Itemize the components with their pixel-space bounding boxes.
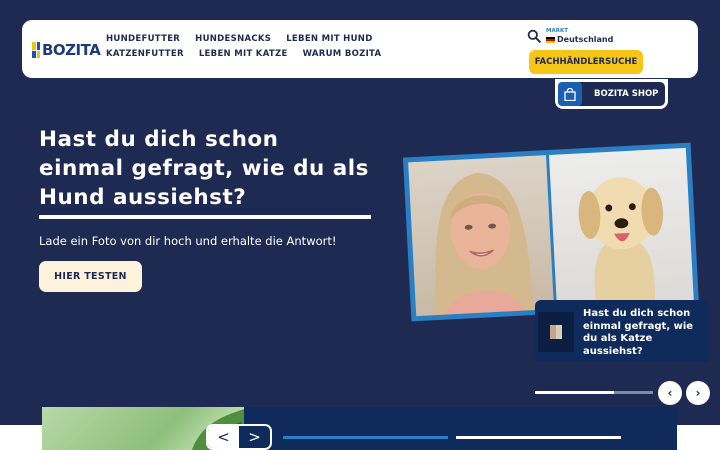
shop-button-inner: BOZITA SHOP [558, 82, 665, 106]
shopping-bag-icon [558, 82, 582, 106]
next-slide-title: Hast du dich schon einmal gefragt, wie d… [583, 308, 694, 357]
test-now-button[interactable]: HIER TESTEN [39, 261, 142, 292]
carousel-progress-fill [535, 391, 615, 394]
bottom-carousel-nav: < > [206, 424, 272, 450]
market-value-row: Deutschland [546, 35, 613, 44]
hero-headline: Hast du dich schon einmal gefragt, wie d… [39, 127, 369, 210]
carousel-prev-button[interactable]: ‹ [658, 381, 682, 405]
bottom-progress-bar [456, 436, 621, 439]
nav-item-warum-bozita[interactable]: WARUM BOZITA [303, 49, 382, 59]
market-selector[interactable]: MARKT Deutschland [546, 28, 613, 44]
market-value: Deutschland [557, 35, 614, 44]
market-label: MARKT [546, 28, 568, 34]
carousel-progress [535, 391, 653, 394]
bottom-panel [244, 407, 677, 450]
dealer-search-button[interactable]: FACHHÄNDLERSUCHE [529, 50, 643, 74]
next-slide-thumbnail [538, 312, 574, 352]
hero-photo-frame [402, 142, 700, 322]
site-header: BOZITA HUNDEFUTTER HUNDESNACKS LEBEN MIT… [22, 20, 698, 78]
bottom-next-button[interactable]: > [239, 426, 270, 448]
search-icon[interactable] [527, 29, 541, 43]
headline-underline [39, 215, 371, 219]
woman-photo [408, 155, 554, 317]
shop-label: BOZITA SHOP [594, 89, 659, 99]
logo-text: BOZITA [42, 41, 101, 59]
main-nav: HUNDEFUTTER HUNDESNACKS LEBEN MIT HUND K… [106, 34, 446, 59]
logo-mark-icon [32, 42, 40, 58]
nav-item-hundesnacks[interactable]: HUNDESNACKS [195, 34, 271, 44]
bozita-logo[interactable]: BOZITA [32, 41, 101, 59]
nav-item-katzenfutter[interactable]: KATZENFUTTER [106, 49, 184, 59]
nav-item-leben-mit-katze[interactable]: LEBEN MIT KATZE [199, 49, 288, 59]
hero-subline: Lade ein Foto von dir hoch und erhalte d… [39, 234, 337, 248]
germany-flag-icon [546, 36, 555, 43]
nav-item-hundefutter[interactable]: HUNDEFUTTER [106, 34, 180, 44]
bottom-progress-bar-active [283, 436, 448, 439]
shop-button[interactable]: BOZITA SHOP [555, 79, 668, 109]
bottom-prev-button[interactable]: < [208, 426, 239, 448]
carousel-next-button[interactable]: › [686, 381, 710, 405]
nav-item-leben-mit-hund[interactable]: LEBEN MIT HUND [286, 34, 372, 44]
next-slide-card[interactable]: Hast du dich schon einmal gefragt, wie d… [535, 300, 710, 362]
dog-photo [548, 147, 694, 309]
